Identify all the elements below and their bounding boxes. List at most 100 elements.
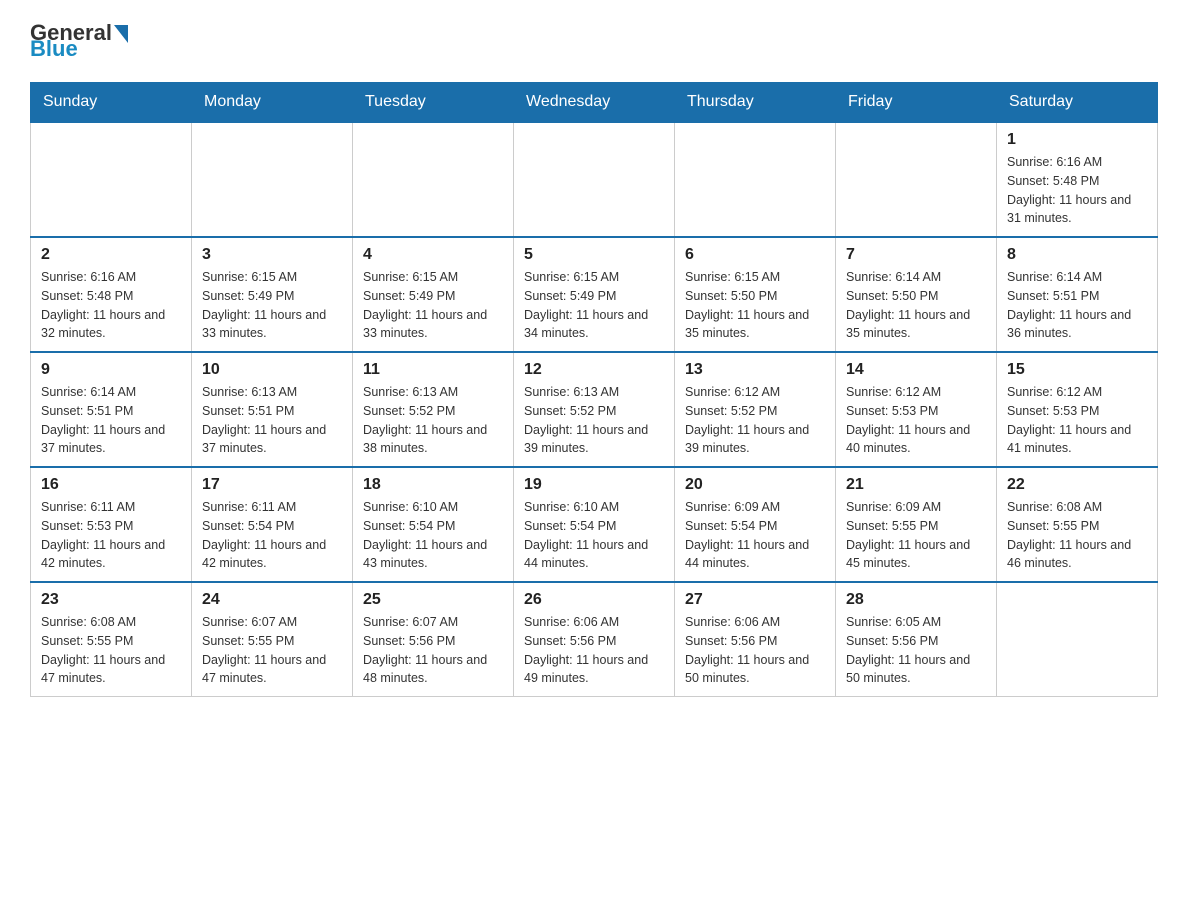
calendar-cell: 20 Sunrise: 6:09 AMSunset: 5:54 PMDayligh… [675,467,836,582]
calendar-cell: 23 Sunrise: 6:08 AMSunset: 5:55 PMDayligh… [31,582,192,697]
day-info: Sunrise: 6:11 AMSunset: 5:53 PMDaylight:… [41,498,181,573]
calendar-cell: 17 Sunrise: 6:11 AMSunset: 5:54 PMDayligh… [192,467,353,582]
day-number: 10 [202,361,342,379]
day-number: 14 [846,361,986,379]
calendar-cell: 15 Sunrise: 6:12 AMSunset: 5:53 PMDayligh… [997,352,1158,467]
week-row-1: 1Sunrise: 6:16 AMSunset: 5:48 PMDaylight… [31,122,1158,237]
day-number: 6 [685,246,825,264]
calendar-cell: 6 Sunrise: 6:15 AMSunset: 5:50 PMDaylight… [675,237,836,352]
weekday-header-friday: Friday [836,83,997,123]
calendar-cell: 7 Sunrise: 6:14 AMSunset: 5:50 PMDaylight… [836,237,997,352]
day-number: 25 [363,591,503,609]
day-number: 27 [685,591,825,609]
calendar-cell: 28 Sunrise: 6:05 AMSunset: 5:56 PMDayligh… [836,582,997,697]
day-number: 12 [524,361,664,379]
day-number: 20 [685,476,825,494]
day-number: 23 [41,591,181,609]
calendar-cell: 22Sunrise: 6:08 AMSunset: 5:55 PMDayligh… [997,467,1158,582]
calendar-table: SundayMondayTuesdayWednesdayThursdayFrid… [30,82,1158,697]
day-info: Sunrise: 6:14 AMSunset: 5:51 PMDaylight:… [41,383,181,458]
day-info: Sunrise: 6:12 AMSunset: 5:53 PMDaylight:… [846,383,986,458]
calendar-cell: 5 Sunrise: 6:15 AMSunset: 5:49 PMDaylight… [514,237,675,352]
calendar-cell: 27Sunrise: 6:06 AMSunset: 5:56 PMDayligh… [675,582,836,697]
day-number: 11 [363,361,503,379]
day-info: Sunrise: 6:08 AMSunset: 5:55 PMDaylight:… [41,613,181,688]
day-number: 5 [524,246,664,264]
calendar-cell: 18 Sunrise: 6:10 AMSunset: 5:54 PMDayligh… [353,467,514,582]
calendar-cell [31,122,192,237]
day-number: 15 [1007,361,1147,379]
week-row-5: 23 Sunrise: 6:08 AMSunset: 5:55 PMDayligh… [31,582,1158,697]
day-number: 8 [1007,246,1147,264]
calendar-cell: 2 Sunrise: 6:16 AMSunset: 5:48 PMDaylight… [31,237,192,352]
day-info: Sunrise: 6:14 AMSunset: 5:50 PMDaylight:… [846,268,986,343]
calendar-cell: 13Sunrise: 6:12 AMSunset: 5:52 PMDayligh… [675,352,836,467]
day-info: Sunrise: 6:13 AMSunset: 5:52 PMDaylight:… [363,383,503,458]
calendar-cell: 26 Sunrise: 6:06 AMSunset: 5:56 PMDayligh… [514,582,675,697]
day-info: Sunrise: 6:09 AMSunset: 5:54 PMDaylight:… [685,498,825,573]
day-info: Sunrise: 6:14 AMSunset: 5:51 PMDaylight:… [1007,268,1147,343]
calendar-cell [192,122,353,237]
calendar-cell: 12 Sunrise: 6:13 AMSunset: 5:52 PMDayligh… [514,352,675,467]
day-number: 22 [1007,476,1147,494]
calendar-header-row: SundayMondayTuesdayWednesdayThursdayFrid… [31,83,1158,123]
logo-blue-text: Blue [30,36,78,62]
day-number: 26 [524,591,664,609]
day-info: Sunrise: 6:09 AMSunset: 5:55 PMDaylight:… [846,498,986,573]
weekday-header-thursday: Thursday [675,83,836,123]
day-number: 3 [202,246,342,264]
day-info: Sunrise: 6:15 AMSunset: 5:49 PMDaylight:… [202,268,342,343]
day-info: Sunrise: 6:10 AMSunset: 5:54 PMDaylight:… [363,498,503,573]
calendar-cell: 8 Sunrise: 6:14 AMSunset: 5:51 PMDaylight… [997,237,1158,352]
day-number: 17 [202,476,342,494]
calendar-cell [836,122,997,237]
day-info: Sunrise: 6:15 AMSunset: 5:49 PMDaylight:… [363,268,503,343]
day-info: Sunrise: 6:07 AMSunset: 5:55 PMDaylight:… [202,613,342,688]
weekday-header-monday: Monday [192,83,353,123]
calendar-cell [997,582,1158,697]
calendar-cell: 10 Sunrise: 6:13 AMSunset: 5:51 PMDayligh… [192,352,353,467]
weekday-header-sunday: Sunday [31,83,192,123]
day-number: 21 [846,476,986,494]
day-info: Sunrise: 6:11 AMSunset: 5:54 PMDaylight:… [202,498,342,573]
day-number: 2 [41,246,181,264]
weekday-header-wednesday: Wednesday [514,83,675,123]
weekday-header-tuesday: Tuesday [353,83,514,123]
day-info: Sunrise: 6:16 AMSunset: 5:48 PMDaylight:… [41,268,181,343]
day-info: Sunrise: 6:15 AMSunset: 5:49 PMDaylight:… [524,268,664,343]
day-info: Sunrise: 6:13 AMSunset: 5:51 PMDaylight:… [202,383,342,458]
calendar-cell [514,122,675,237]
weekday-header-saturday: Saturday [997,83,1158,123]
day-number: 18 [363,476,503,494]
calendar-cell [675,122,836,237]
calendar-cell [353,122,514,237]
calendar-cell: 16 Sunrise: 6:11 AMSunset: 5:53 PMDayligh… [31,467,192,582]
calendar-cell: 11 Sunrise: 6:13 AMSunset: 5:52 PMDayligh… [353,352,514,467]
day-number: 19 [524,476,664,494]
day-info: Sunrise: 6:15 AMSunset: 5:50 PMDaylight:… [685,268,825,343]
day-number: 9 [41,361,181,379]
calendar-cell: 9 Sunrise: 6:14 AMSunset: 5:51 PMDaylight… [31,352,192,467]
day-info: Sunrise: 6:16 AMSunset: 5:48 PMDaylight:… [1007,153,1147,228]
calendar-cell: 4 Sunrise: 6:15 AMSunset: 5:49 PMDaylight… [353,237,514,352]
calendar-cell: 24Sunrise: 6:07 AMSunset: 5:55 PMDayligh… [192,582,353,697]
day-number: 4 [363,246,503,264]
day-info: Sunrise: 6:13 AMSunset: 5:52 PMDaylight:… [524,383,664,458]
page-header: General Blue [30,20,1158,62]
day-info: Sunrise: 6:06 AMSunset: 5:56 PMDaylight:… [524,613,664,688]
calendar-cell: 14 Sunrise: 6:12 AMSunset: 5:53 PMDayligh… [836,352,997,467]
day-info: Sunrise: 6:12 AMSunset: 5:52 PMDaylight:… [685,383,825,458]
day-number: 28 [846,591,986,609]
day-number: 16 [41,476,181,494]
calendar-cell: 3 Sunrise: 6:15 AMSunset: 5:49 PMDaylight… [192,237,353,352]
day-info: Sunrise: 6:12 AMSunset: 5:53 PMDaylight:… [1007,383,1147,458]
calendar-cell: 21 Sunrise: 6:09 AMSunset: 5:55 PMDayligh… [836,467,997,582]
logo: General Blue [30,20,128,62]
calendar-cell: 19 Sunrise: 6:10 AMSunset: 5:54 PMDayligh… [514,467,675,582]
day-info: Sunrise: 6:07 AMSunset: 5:56 PMDaylight:… [363,613,503,688]
day-number: 7 [846,246,986,264]
logo-triangle-icon [114,25,128,43]
day-info: Sunrise: 6:10 AMSunset: 5:54 PMDaylight:… [524,498,664,573]
week-row-4: 16 Sunrise: 6:11 AMSunset: 5:53 PMDayligh… [31,467,1158,582]
day-info: Sunrise: 6:05 AMSunset: 5:56 PMDaylight:… [846,613,986,688]
